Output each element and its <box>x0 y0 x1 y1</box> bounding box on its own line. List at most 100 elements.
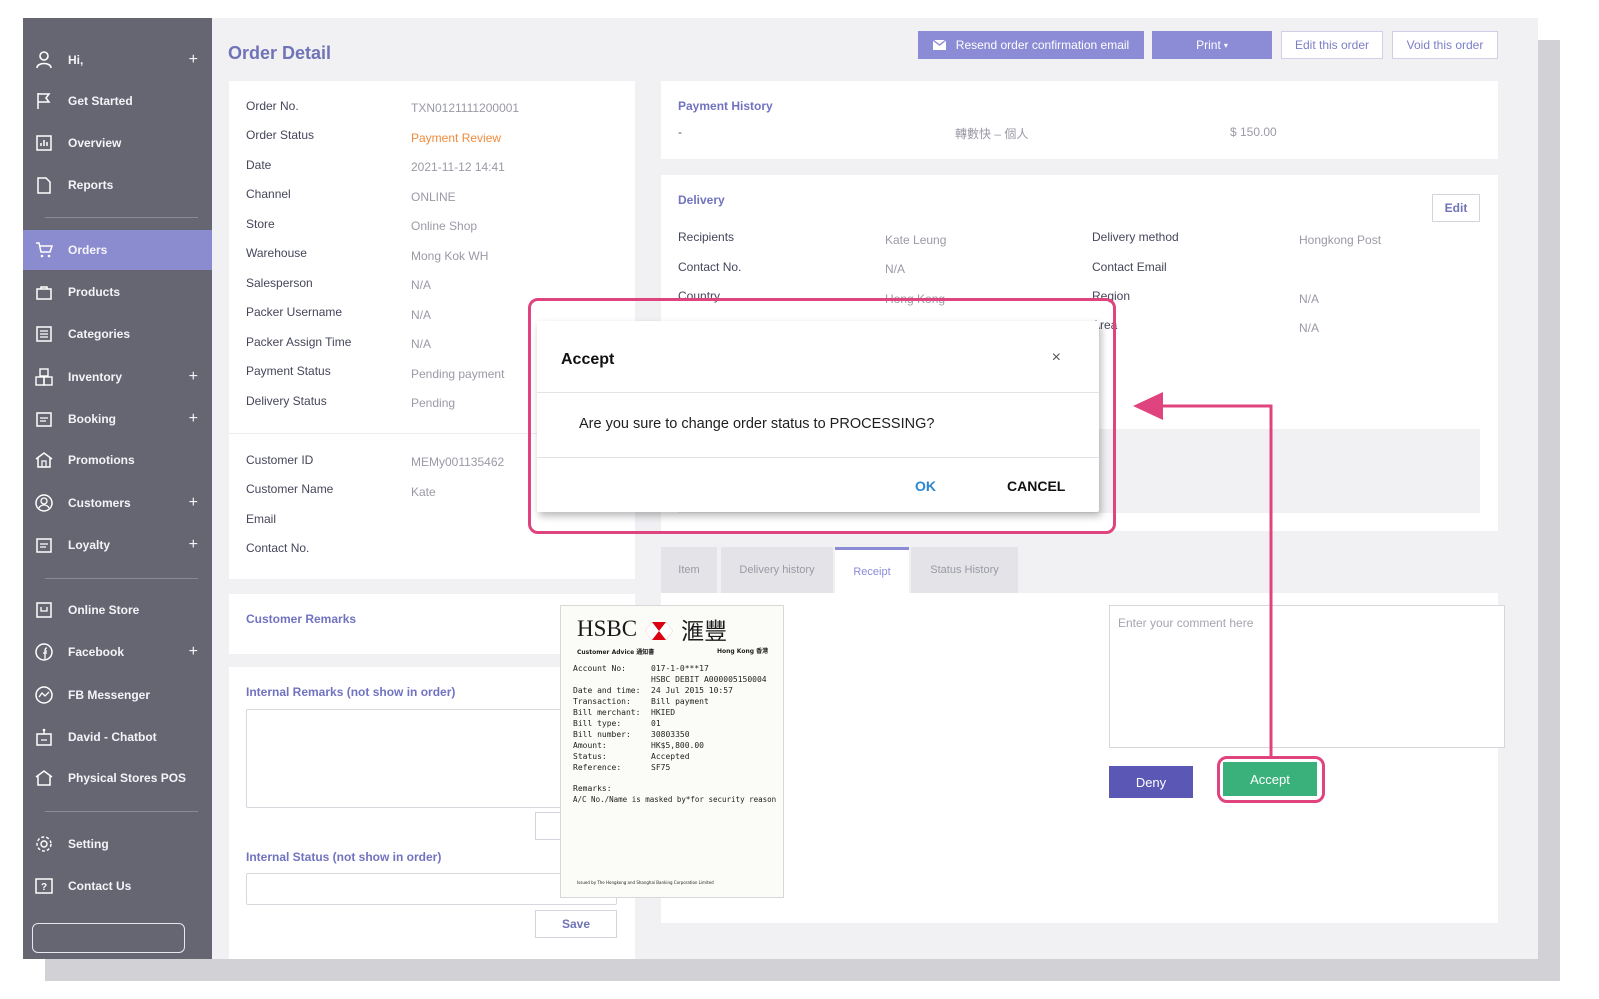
expand-plus-icon[interactable]: + <box>189 410 198 428</box>
sidebar-item-label: Categories <box>68 327 131 341</box>
document-icon <box>35 176 53 194</box>
expand-plus-icon[interactable]: + <box>189 643 198 661</box>
sidebar-item-label: Physical Stores POS <box>68 771 187 785</box>
sidebar-user[interactable]: Hi, + <box>23 40 212 80</box>
field-label: Order Status <box>246 128 315 142</box>
payment-dash: - <box>678 125 682 139</box>
dialog-ok-button[interactable]: OK <box>915 478 936 494</box>
receipt-line-value: 24 Jul 2015 10:57 <box>651 686 733 695</box>
user-icon <box>35 51 53 69</box>
sidebar-item-facebook[interactable]: Facebook + <box>23 632 212 672</box>
tab-delivery-history[interactable]: Delivery history <box>721 547 833 593</box>
customer-name: Kate <box>411 485 436 499</box>
sidebar-item-label: FB Messenger <box>68 688 151 702</box>
receipt-line-key: Bill merchant: <box>573 708 641 717</box>
user-circle-icon <box>35 494 53 512</box>
list-icon <box>35 325 53 343</box>
sidebar-item-inventory[interactable]: Inventory + <box>23 357 212 397</box>
svg-text:?: ? <box>41 882 47 893</box>
field-label: Packer Assign Time <box>246 335 352 349</box>
expand-plus-icon[interactable]: + <box>189 51 198 69</box>
receipt-line-value: SF75 <box>651 763 671 772</box>
receipt-line-key: Amount: <box>573 741 607 750</box>
delivery-title: Delivery <box>678 193 725 207</box>
sidebar-item-categories[interactable]: Categories <box>23 314 212 354</box>
edit-order-button[interactable]: Edit this order <box>1281 31 1383 59</box>
delivery-area: N/A <box>1299 321 1320 335</box>
order-salesperson: N/A <box>411 278 432 292</box>
hsbc-hexagon-icon <box>645 620 674 640</box>
field-label: Order No. <box>246 99 299 113</box>
sidebar-item-overview[interactable]: Overview <box>23 123 212 163</box>
receipt-line-key: Bill number: <box>573 730 631 739</box>
delivery-region: N/A <box>1299 292 1320 306</box>
print-button[interactable]: Print ▾ <box>1152 31 1272 59</box>
sidebar-item-setting[interactable]: Setting <box>23 824 212 864</box>
sidebar-item-orders[interactable]: Orders <box>23 230 212 270</box>
field-label: Delivery method <box>1092 230 1179 244</box>
receipt-line-key: Bill type: <box>573 719 622 728</box>
void-order-button[interactable]: Void this order <box>1392 31 1498 59</box>
sidebar-item-fb-messenger[interactable]: FB Messenger <box>23 675 212 715</box>
sidebar-item-label: Loyalty <box>68 538 111 552</box>
receipt-line-key: Transaction: <box>573 697 631 706</box>
store-icon <box>35 601 53 619</box>
receipt-line-value: Accepted <box>651 752 690 761</box>
delivery-edit-button[interactable]: Edit <box>1432 194 1480 222</box>
dialog-title: Accept <box>561 351 615 368</box>
packer-username: N/A <box>411 308 432 322</box>
gear-icon <box>35 835 53 853</box>
sidebar-item-get-started[interactable]: Get Started <box>23 81 212 121</box>
tab-item[interactable]: Item <box>661 547 717 593</box>
tab-status-history[interactable]: Status History <box>911 547 1018 593</box>
tab-receipt[interactable]: Receipt <box>835 547 909 593</box>
sidebar-item-david-chatbot[interactable]: David - Chatbot <box>23 717 212 757</box>
field-label: Packer Username <box>246 305 343 319</box>
field-label: Warehouse <box>246 246 307 260</box>
expand-plus-icon[interactable]: + <box>189 536 198 554</box>
sidebar-item-label: Online Store <box>68 603 140 617</box>
delivery-method: Hongkong Post <box>1299 233 1382 247</box>
sidebar-bottom-button[interactable] <box>32 923 185 953</box>
sidebar-item-reports[interactable]: Reports <box>23 165 212 205</box>
save-status-button[interactable]: Save <box>535 910 617 938</box>
sidebar-item-online-store[interactable]: Online Store <box>23 590 212 630</box>
receipt-line-value: HSBC DEBIT A000005150004 <box>651 675 767 684</box>
expand-plus-icon[interactable]: + <box>189 368 198 386</box>
receipt-line-value: HKIED <box>651 708 676 717</box>
chart-icon <box>35 134 53 152</box>
sidebar-item-loyalty[interactable]: Loyalty + <box>23 525 212 565</box>
receipt-line-key: Status: <box>573 752 607 761</box>
sidebar-item-products[interactable]: Products <box>23 272 212 312</box>
sidebar-divider <box>45 578 198 579</box>
sidebar-item-promotions[interactable]: Promotions <box>23 440 212 480</box>
help-icon: ? <box>35 877 53 895</box>
close-icon[interactable]: × <box>1052 349 1061 367</box>
receipt-line-key: Date and time: <box>573 686 641 695</box>
robot-icon <box>35 728 53 746</box>
field-label: Recipients <box>678 230 735 244</box>
dialog-message: Are you sure to change order status to P… <box>579 416 935 432</box>
dialog-divider <box>537 457 1099 458</box>
sidebar-item-label: Booking <box>68 412 116 426</box>
boxes-icon <box>35 368 53 386</box>
dialog-cancel-button[interactable]: CANCEL <box>1007 478 1065 494</box>
expand-plus-icon[interactable]: + <box>189 494 198 512</box>
payment-history-title: Payment History <box>678 99 773 113</box>
sidebar-item-customers[interactable]: Customers + <box>23 483 212 523</box>
order-channel: ONLINE <box>411 190 456 204</box>
sidebar-item-label: Setting <box>68 837 109 851</box>
sidebar-item-booking[interactable]: Booking + <box>23 399 212 439</box>
sidebar-item-label: David - Chatbot <box>68 730 157 744</box>
payment-method: 轉數快 – 個人 <box>955 127 1029 141</box>
sidebar-item-contact-us[interactable]: ? Contact Us <box>23 866 212 906</box>
order-store: Online Shop <box>411 219 478 233</box>
packer-assign-time: N/A <box>411 337 432 351</box>
receipt-line-value: 01 <box>651 719 661 728</box>
sidebar-item-physical-stores-pos[interactable]: Physical Stores POS <box>23 758 212 798</box>
resend-confirmation-button[interactable]: Resend order confirmation email <box>918 31 1144 59</box>
delivery-status: Pending <box>411 396 456 410</box>
order-warehouse: Mong Kok WH <box>411 249 489 263</box>
sidebar-item-label: Inventory <box>68 370 123 384</box>
facebook-icon <box>35 643 53 661</box>
